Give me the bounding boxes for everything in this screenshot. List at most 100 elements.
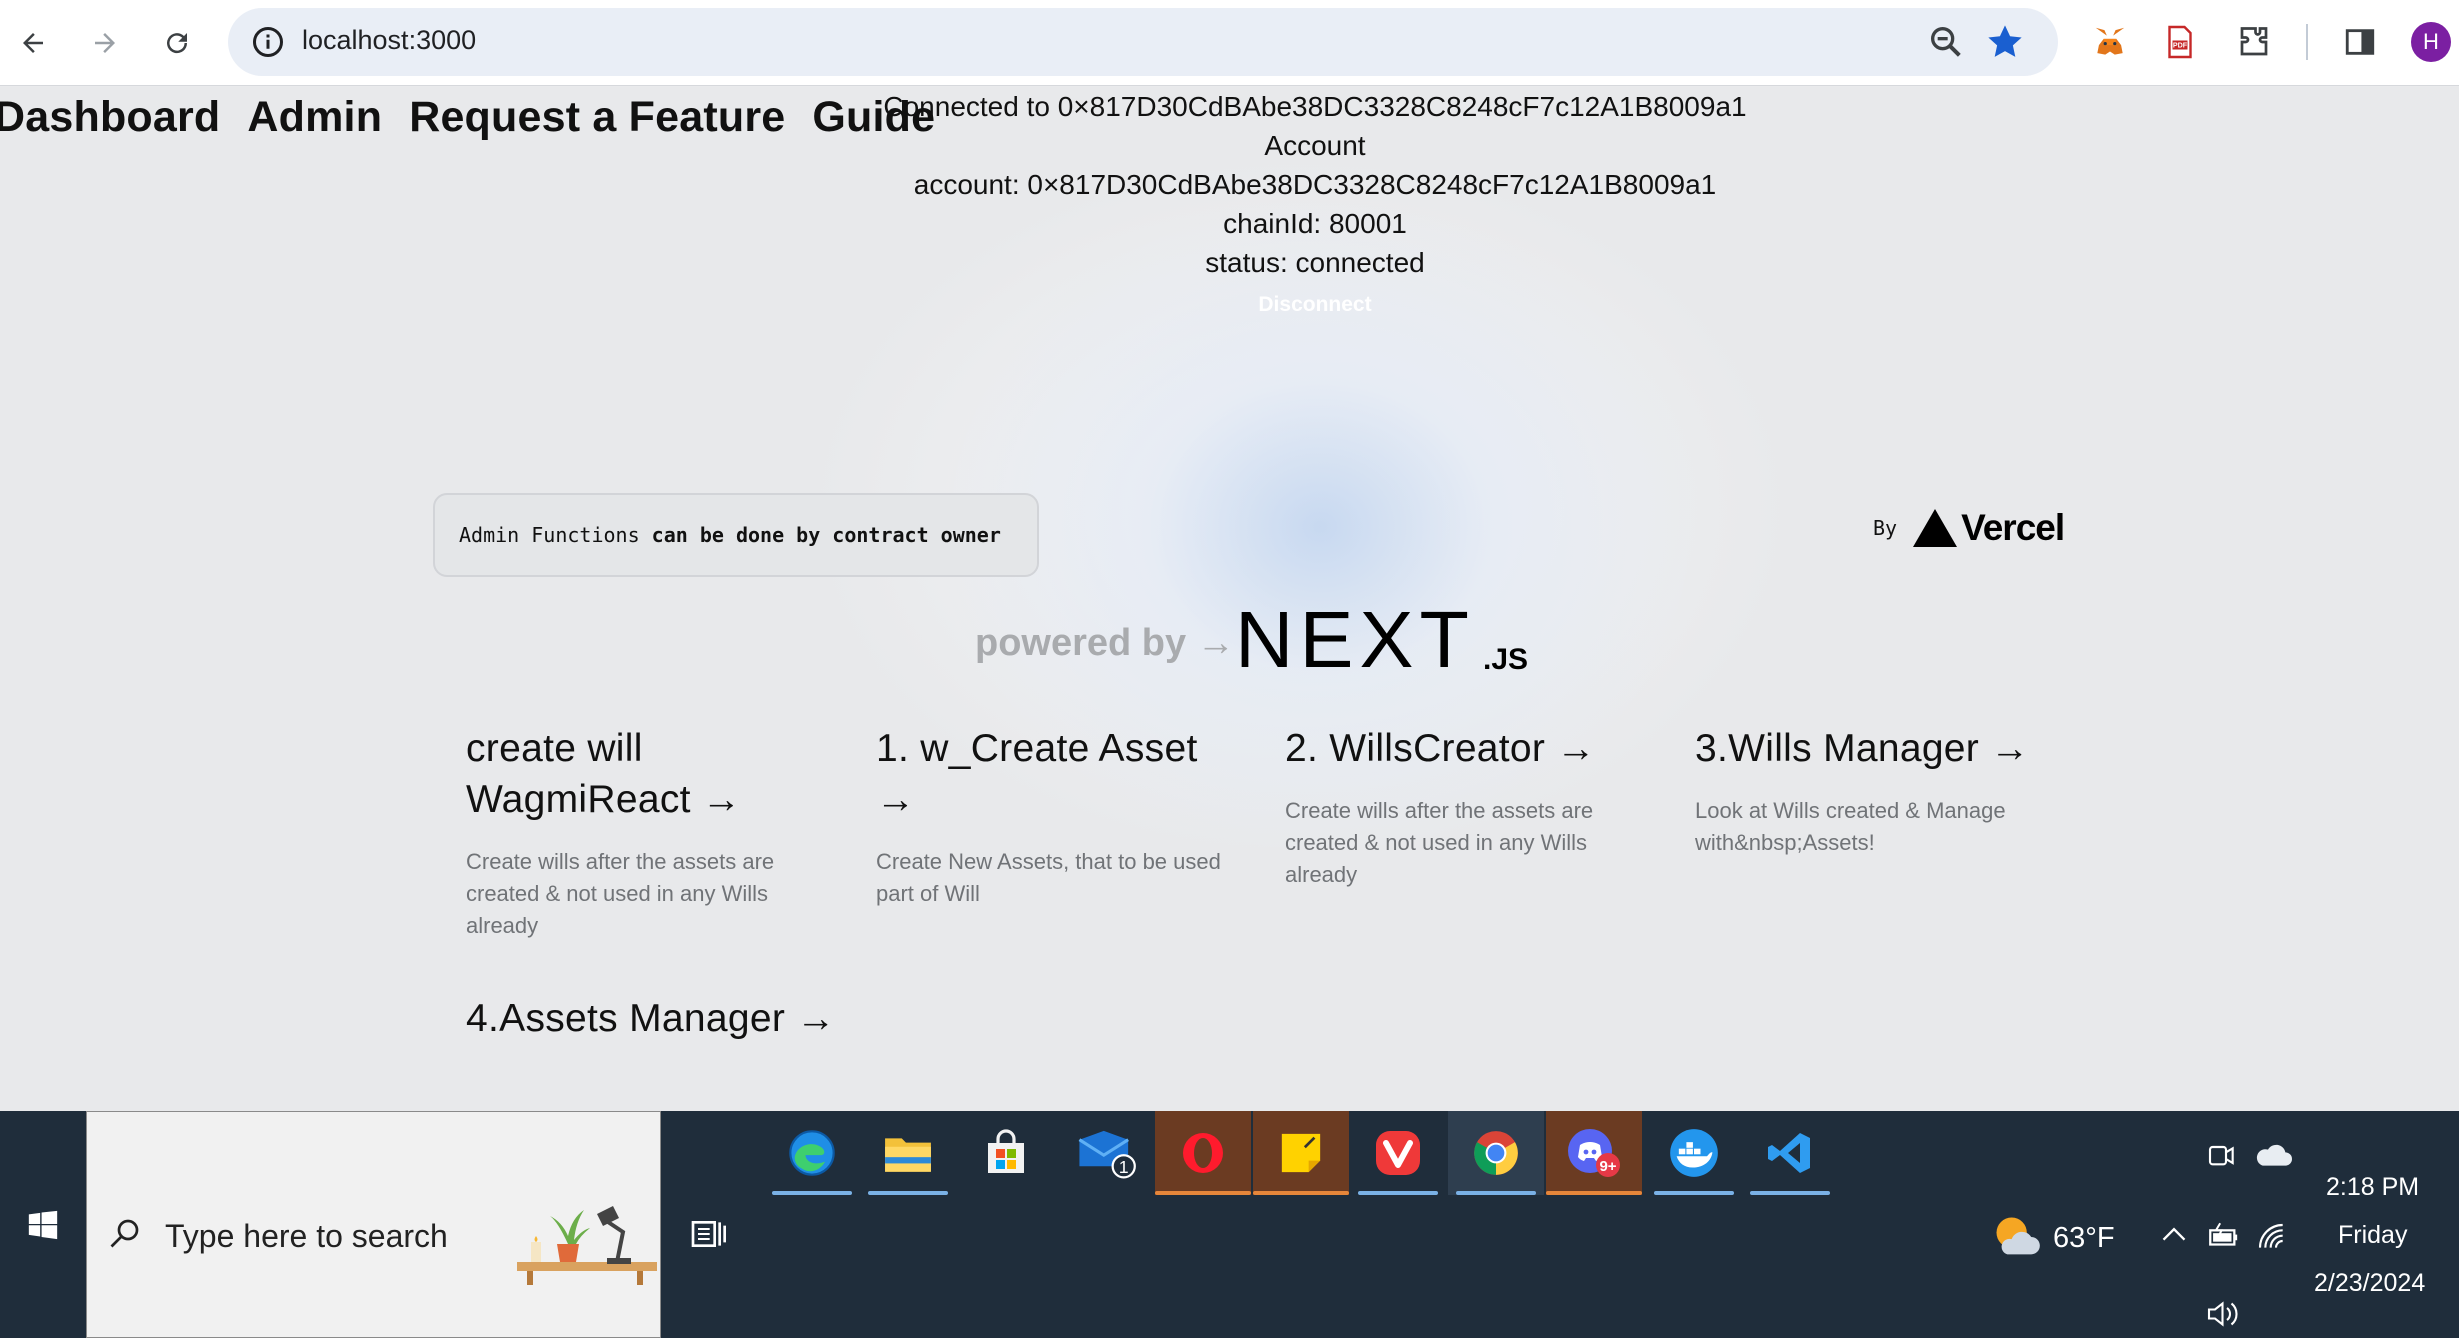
- taskbar-app-docker[interactable]: [1646, 1111, 1742, 1195]
- extensions-puzzle-icon[interactable]: [2232, 20, 2276, 64]
- mail-badge: 1: [1119, 1157, 1129, 1177]
- card-create-asset[interactable]: 1. w_Create Asset → Create New Assets, t…: [876, 723, 1236, 910]
- active-indicator: [772, 1191, 852, 1195]
- sticky-notes-icon: [1281, 1133, 1321, 1173]
- admin-note-text: can be done by contract owner: [639, 523, 1001, 547]
- nextjs-logo: NEXT .JS: [1235, 607, 1528, 677]
- search-icon: [110, 1219, 139, 1248]
- card-wills-manager[interactable]: 3.Wills Manager → Look at Wills created …: [1695, 723, 2055, 859]
- taskbar-search-box[interactable]: Type here to search: [86, 1111, 661, 1338]
- edge-icon: [789, 1130, 835, 1176]
- windows-logo-icon: [28, 1210, 58, 1239]
- taskbar-app-opera[interactable]: [1155, 1111, 1251, 1195]
- card-wills-creator[interactable]: 2. WillsCreator → Create wills after the…: [1285, 723, 1645, 891]
- nav-link-admin[interactable]: Admin: [247, 93, 382, 142]
- card-description: Create wills after the assets are create…: [466, 849, 775, 938]
- reload-icon: [167, 33, 188, 54]
- powered-by-text: powered by →: [975, 622, 1235, 664]
- side-panel-icon[interactable]: [2338, 20, 2382, 64]
- back-button[interactable]: [8, 18, 58, 68]
- chain-id-line: chainId: 80001: [1223, 208, 1407, 239]
- reload-button[interactable]: [152, 18, 202, 68]
- clock-day[interactable]: Friday: [2338, 1221, 2407, 1250]
- wifi-icon[interactable]: [2256, 1221, 2288, 1253]
- taskbar: Type here to search 1 9+ 63°F 2:18 PM Fr…: [0, 1111, 2459, 1338]
- card-title[interactable]: 4.Assets Manager →: [466, 993, 846, 1044]
- account-address-line: account: 0×817D30CdBAbe38DC3328C8248cF7c…: [913, 169, 1717, 200]
- active-indicator: [1358, 1191, 1438, 1195]
- connected-address-line: Connected to 0×817D30CdBAbe38DC3328C8248…: [883, 91, 1747, 122]
- back-arrow-icon: [23, 33, 43, 53]
- vercel-triangle-icon: [1913, 509, 1958, 547]
- pdf-extension-icon[interactable]: PDF: [2158, 20, 2202, 64]
- taskbar-app-vscode[interactable]: [1742, 1111, 1838, 1195]
- site-info-icon[interactable]: [250, 24, 286, 60]
- disconnect-button[interactable]: Disconnect: [1258, 293, 1371, 317]
- start-button[interactable]: [0, 1111, 86, 1338]
- svg-text:.JS: .JS: [1483, 643, 1528, 676]
- svg-text:NEXT: NEXT: [1235, 607, 1475, 677]
- forward-arrow-icon: [95, 33, 115, 53]
- address-bar[interactable]: localhost:3000: [228, 8, 2058, 76]
- taskbar-app-vivaldi[interactable]: [1350, 1111, 1446, 1195]
- battery-charging-icon[interactable]: [2206, 1221, 2240, 1251]
- vercel-link[interactable]: By Vercel: [1873, 507, 2065, 549]
- by-label: By: [1873, 516, 1898, 540]
- clock-time[interactable]: 2:18 PM: [2326, 1173, 2419, 1202]
- mail-icon: 1: [1078, 1130, 1136, 1179]
- chrome-icon: [1474, 1131, 1518, 1175]
- card-assets-manager[interactable]: 4.Assets Manager →: [466, 993, 846, 1044]
- active-indicator: [868, 1191, 948, 1195]
- weather-temperature[interactable]: 63°F: [2053, 1222, 2115, 1255]
- weather-sun-cloud-icon[interactable]: [1990, 1211, 2042, 1263]
- forward-button[interactable]: [80, 18, 130, 68]
- taskbar-app-store[interactable]: [958, 1111, 1054, 1195]
- taskbar-app-chrome[interactable]: [1448, 1111, 1544, 1195]
- show-hidden-icons-chevron-icon[interactable]: [2160, 1223, 2188, 1247]
- card-title[interactable]: 2. WillsCreator →: [1285, 723, 1645, 774]
- toolbar-divider: [2306, 24, 2308, 60]
- search-placeholder[interactable]: Type here to search: [165, 1218, 448, 1255]
- admin-note-code: Admin Functions: [459, 523, 640, 547]
- powered-by-next: powered by → NEXT .JS: [975, 607, 1535, 677]
- active-indicator: [1750, 1191, 1830, 1195]
- card-description: Create wills after the assets are create…: [1285, 798, 1594, 887]
- card-description: Look at Wills created & Manage with&nbsp…: [1695, 798, 2006, 855]
- discord-badge: 9+: [1599, 1158, 1616, 1175]
- onedrive-cloud-icon[interactable]: [2252, 1141, 2292, 1169]
- url-text[interactable]: localhost:3000: [302, 25, 476, 56]
- taskbar-app-mail[interactable]: 1: [1058, 1111, 1154, 1195]
- admin-functions-note: Admin Functions can be done by contract …: [433, 493, 1039, 577]
- taskbar-app-sticky-notes[interactable]: [1253, 1111, 1349, 1195]
- metamask-extension-icon[interactable]: [2088, 20, 2132, 64]
- docker-icon: [1670, 1129, 1718, 1177]
- card-title[interactable]: 3.Wills Manager →: [1695, 723, 2055, 774]
- zoom-icon[interactable]: [1926, 22, 1966, 62]
- volume-icon[interactable]: [2206, 1299, 2242, 1329]
- vscode-icon: [1768, 1133, 1810, 1173]
- card-title[interactable]: create will WagmiReact →: [466, 723, 846, 825]
- bookmark-star-icon[interactable]: [1984, 21, 2026, 63]
- taskbar-app-edge[interactable]: [764, 1111, 860, 1195]
- search-highlight-illustration-icon: [517, 1206, 657, 1285]
- card-create-will-wagmi[interactable]: create will WagmiReact → Create wills af…: [466, 723, 846, 942]
- taskbar-app-discord[interactable]: 9+: [1546, 1111, 1642, 1195]
- active-indicator: [1456, 1191, 1536, 1195]
- browser-toolbar: localhost:3000 PDF H: [0, 0, 2459, 86]
- top-navigation: Dashboard Admin Request a Feature Guide: [0, 93, 962, 142]
- task-view-icon[interactable]: [686, 1214, 730, 1254]
- nav-link-dashboard[interactable]: Dashboard: [0, 93, 220, 142]
- profile-avatar[interactable]: H: [2411, 22, 2451, 62]
- active-indicator: [1253, 1191, 1349, 1195]
- store-icon: [988, 1129, 1024, 1173]
- clock-date[interactable]: 2/23/2024: [2314, 1269, 2425, 1298]
- account-heading: Account: [1264, 130, 1366, 161]
- nav-link-request-feature[interactable]: Request a Feature: [409, 93, 785, 142]
- active-indicator: [1546, 1191, 1642, 1195]
- active-indicator: [1654, 1191, 1734, 1195]
- card-description: Create New Assets, that to be used part …: [876, 849, 1221, 906]
- card-title[interactable]: 1. w_Create Asset →: [876, 723, 1236, 825]
- meet-now-icon[interactable]: [2206, 1139, 2238, 1171]
- taskbar-app-file-explorer[interactable]: [860, 1111, 956, 1195]
- svg-text:PDF: PDF: [2173, 41, 2188, 50]
